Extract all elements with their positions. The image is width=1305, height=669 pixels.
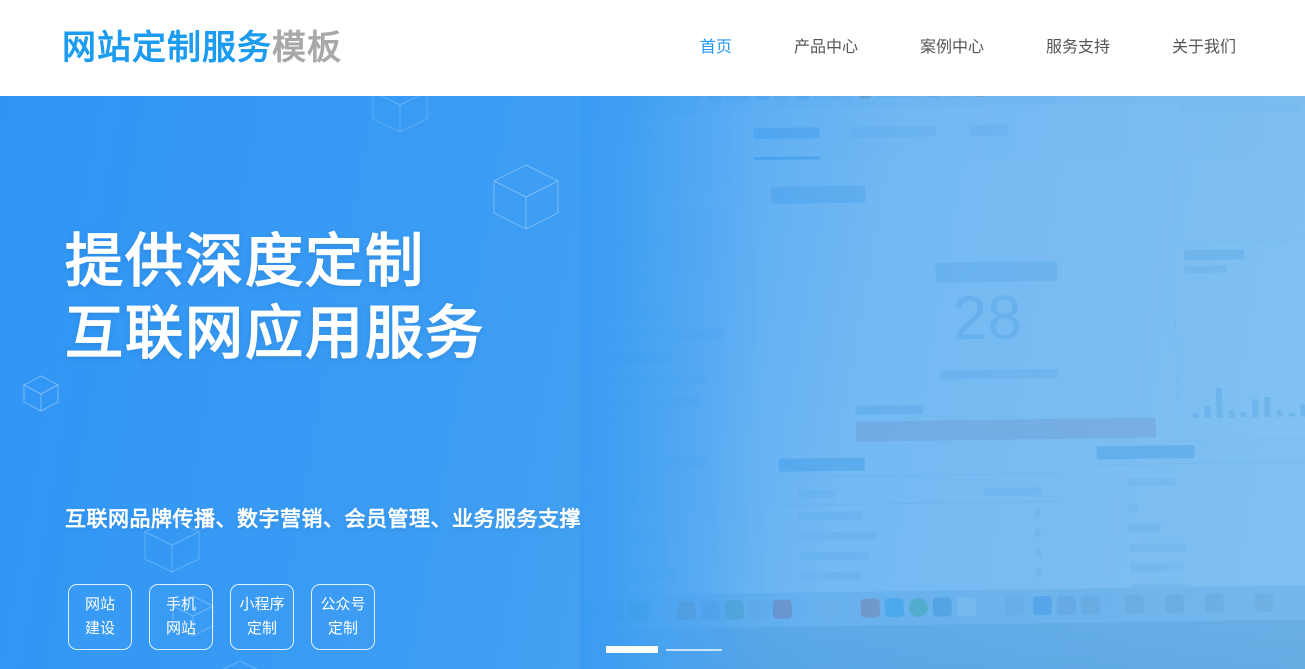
service-tag-line-2: 定制 xyxy=(327,620,358,637)
hero-service-tags: 网站 建设 手机 网站 小程序 定制 公众号 定制 xyxy=(68,584,392,650)
service-tag-line-2: 建设 xyxy=(84,620,115,637)
site-header: 网站定制服务模板 首页 产品中心 案例中心 服务支持 关于我们 xyxy=(0,0,1305,96)
service-tag-line-2: 定制 xyxy=(246,620,277,637)
carousel-indicators xyxy=(606,646,724,653)
nav-item-products[interactable]: 产品中心 xyxy=(763,40,889,56)
hero-title-line-2: 互联网应用服务 xyxy=(65,301,486,366)
hero-title: 提供深度定制 互联网应用服务 xyxy=(65,226,485,370)
service-tag-line-1: 网站 xyxy=(84,596,115,613)
hero-banner: 28 xyxy=(0,96,1305,669)
hero-background-photo: 28 xyxy=(580,96,1305,669)
nav-item-cases[interactable]: 案例中心 xyxy=(889,40,1015,56)
main-navigation: 首页 产品中心 案例中心 服务支持 关于我们 xyxy=(669,40,1267,56)
service-tag-line-1: 小程序 xyxy=(239,596,285,613)
logo-main-text: 网站定制服务 xyxy=(62,29,272,67)
photo-left-fade xyxy=(580,96,750,669)
nav-item-about[interactable]: 关于我们 xyxy=(1141,40,1267,56)
service-tag-miniprogram[interactable]: 小程序 定制 xyxy=(230,584,294,650)
service-tag-line-1: 手机 xyxy=(165,596,196,613)
service-tag-website[interactable]: 网站 建设 xyxy=(68,584,132,650)
service-tag-official-account[interactable]: 公众号 定制 xyxy=(311,584,375,650)
service-tag-mobile-site[interactable]: 手机 网站 xyxy=(149,584,213,650)
nav-item-support[interactable]: 服务支持 xyxy=(1015,40,1141,56)
carousel-dot-2[interactable] xyxy=(666,648,722,651)
hero-title-line-1: 提供深度定制 xyxy=(65,229,426,294)
site-logo[interactable]: 网站定制服务模板 xyxy=(62,31,342,65)
hero-subtitle: 互联网品牌传播、数字营销、会员管理、业务服务支撑 xyxy=(65,508,581,531)
nav-item-home[interactable]: 首页 xyxy=(669,40,763,56)
service-tag-line-2: 网站 xyxy=(165,620,196,637)
carousel-dot-1[interactable] xyxy=(606,646,658,653)
logo-sub-text: 模板 xyxy=(272,29,342,67)
hero-content: 提供深度定制 互联网应用服务 互联网品牌传播、数字营销、会员管理、业务服务支撑 … xyxy=(0,96,600,669)
service-tag-line-1: 公众号 xyxy=(320,596,366,613)
